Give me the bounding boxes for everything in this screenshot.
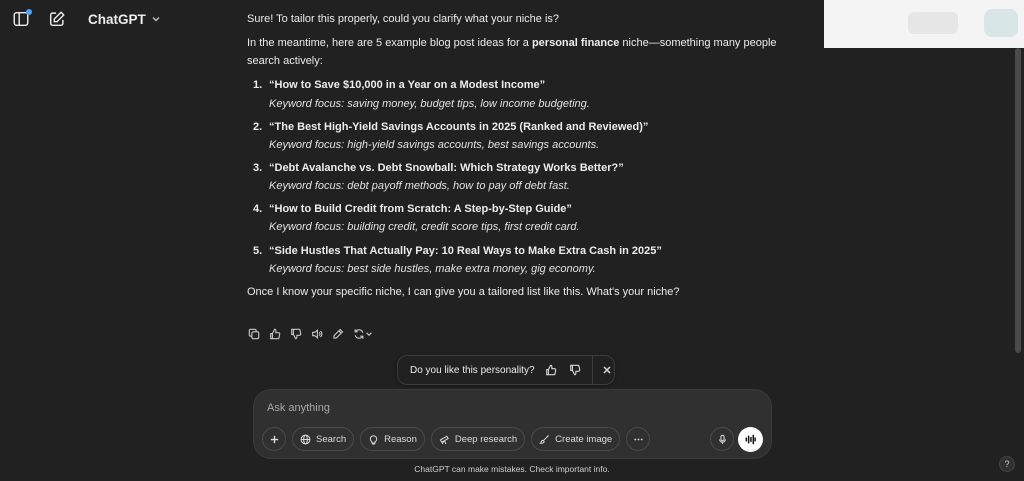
- idea-title: “How to Save $10,000 in a Year on a Mode…: [269, 79, 546, 92]
- dictate-button[interactable]: [710, 427, 734, 451]
- paintbrush-icon: [539, 434, 550, 444]
- chevron-down-icon: [366, 331, 372, 336]
- plus-icon: [270, 435, 278, 443]
- edit-icon: [332, 328, 343, 339]
- idea-title: “How to Build Credit from Scratch: A Ste…: [269, 203, 572, 216]
- idea-title: “Debt Avalanche vs. Debt Snowball: Which…: [269, 161, 624, 174]
- thumbs-down-icon: [290, 328, 301, 339]
- ideas-list: 1. “How to Save $10,000 in a Year on a M…: [247, 76, 777, 277]
- create-image-label: Create image: [555, 433, 613, 445]
- microphone-icon: [718, 434, 726, 444]
- idea-title: “The Best High-Yield Savings Accounts in…: [269, 120, 649, 133]
- composer-tools: Search Reason Deep research Create image: [262, 427, 651, 451]
- good-response-button[interactable]: [268, 327, 281, 340]
- personality-feedback: Do you like this personality?: [397, 355, 615, 385]
- chevron-down-icon: [152, 16, 160, 22]
- deep-research-button[interactable]: Deep research: [430, 427, 526, 451]
- attach-button[interactable]: [262, 427, 286, 451]
- top-bar: ChatGPT: [10, 8, 161, 30]
- composer[interactable]: Ask anything Search Reason Deep research…: [253, 389, 772, 459]
- regenerate-icon: [354, 328, 364, 339]
- regenerate-button[interactable]: [352, 327, 374, 340]
- thumbs-up-icon: [269, 328, 280, 339]
- top-right-panel: [824, 0, 1024, 48]
- globe-icon: [300, 434, 311, 444]
- message-outro: Once I know your specific niche, I can g…: [247, 285, 680, 298]
- personality-question: Do you like this personality?: [410, 364, 535, 376]
- disclaimer: ChatGPT can make mistakes. Check importa…: [414, 464, 610, 474]
- reason-label: Reason: [384, 433, 417, 445]
- copy-button[interactable]: [247, 327, 260, 340]
- personality-like-button[interactable]: [545, 363, 559, 377]
- sidebar-toggle-button[interactable]: [10, 8, 32, 30]
- new-chat-button[interactable]: [46, 8, 68, 30]
- idea-keywords: Keyword focus: high-yield savings accoun…: [269, 138, 600, 151]
- lightbulb-icon: [369, 434, 378, 445]
- list-item: 5. “Side Hustles That Actually Pay: 10 R…: [247, 242, 777, 278]
- idea-keywords: Keyword focus: best side hustles, make e…: [269, 262, 596, 275]
- read-aloud-button[interactable]: [310, 327, 323, 340]
- read-aloud-icon: [311, 328, 322, 339]
- idea-keywords: Keyword focus: saving money, budget tips…: [269, 97, 590, 110]
- notification-dot: [26, 9, 32, 15]
- idea-keywords: Keyword focus: debt payoff methods, how …: [269, 180, 570, 193]
- assistant-message: Sure! To tailor this properly, could you…: [247, 10, 777, 307]
- close-icon: [603, 366, 611, 374]
- edit-icon: [49, 11, 65, 27]
- voice-waveform-icon: [745, 434, 756, 445]
- telescope-icon: [439, 435, 449, 444]
- more-icon: [634, 438, 643, 440]
- thumbs-up-icon: [546, 364, 557, 376]
- top-right-element: [984, 9, 1018, 37]
- reason-button[interactable]: Reason: [360, 427, 425, 451]
- personality-close-button[interactable]: [600, 363, 614, 377]
- list-item: 2. “The Best High-Yield Savings Accounts…: [247, 118, 777, 154]
- scrollbar[interactable]: [1015, 48, 1021, 353]
- brand-name: ChatGPT: [88, 11, 146, 27]
- message-actions: [247, 327, 374, 340]
- edit-canvas-button[interactable]: [331, 327, 344, 340]
- deep-research-label: Deep research: [454, 433, 518, 445]
- message-intro: Sure! To tailor this properly, could you…: [247, 13, 560, 25]
- message-lead: In the meantime, here are 5 example blog…: [247, 37, 777, 68]
- list-item: 4. “How to Build Credit from Scratch: A …: [247, 200, 777, 236]
- divider: [591, 356, 593, 384]
- model-selector[interactable]: ChatGPT: [88, 12, 161, 27]
- top-right-element: [908, 12, 958, 34]
- list-item: 1. “How to Save $10,000 in a Year on a M…: [247, 76, 777, 112]
- list-item: 3. “Debt Avalanche vs. Debt Snowball: Wh…: [247, 159, 777, 195]
- search-button[interactable]: Search: [292, 427, 355, 451]
- thumbs-down-icon: [569, 364, 581, 376]
- search-label: Search: [316, 433, 347, 445]
- voice-mode-button[interactable]: [738, 427, 763, 452]
- create-image-button[interactable]: Create image: [531, 427, 621, 451]
- personality-dislike-button[interactable]: [568, 363, 582, 377]
- help-button[interactable]: ?: [999, 456, 1015, 472]
- prompt-input[interactable]: Ask anything: [267, 402, 330, 414]
- bad-response-button[interactable]: [289, 327, 302, 340]
- idea-keywords: Keyword focus: building credit, credit s…: [269, 221, 580, 234]
- idea-title: “Side Hustles That Actually Pay: 10 Real…: [269, 244, 662, 257]
- more-tools-button[interactable]: [626, 427, 651, 451]
- copy-icon: [248, 328, 259, 339]
